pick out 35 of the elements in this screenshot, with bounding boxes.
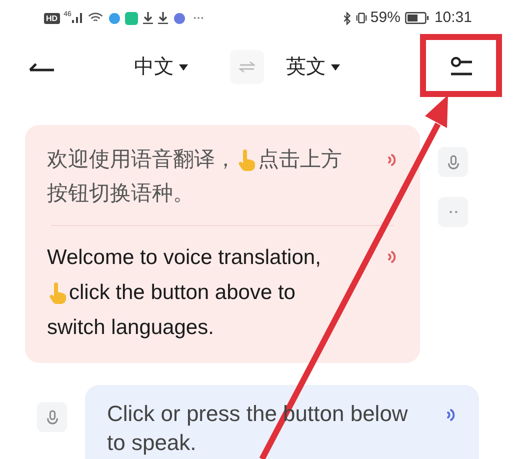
caret-icon: [331, 64, 340, 70]
signal-icon: [71, 12, 84, 24]
microphone-button[interactable]: [438, 147, 468, 177]
english-message-text: click the button above to: [69, 280, 296, 306]
swap-languages-button[interactable]: [230, 50, 264, 84]
battery-percentage: 59%: [370, 8, 400, 28]
chinese-message-text: 按钮切换语种。: [47, 181, 194, 207]
vibrate-icon: [355, 12, 368, 24]
english-message-text: Welcome to voice translation,: [47, 245, 321, 271]
chinese-message-text: 点击上方: [258, 147, 342, 173]
target-language-dropdown[interactable]: 英文: [286, 52, 340, 82]
caret-icon: [179, 64, 188, 70]
app-icon: [109, 12, 120, 24]
clock-time: 10:31: [434, 8, 472, 28]
dots-icon: [448, 210, 458, 214]
battery-icon: [405, 12, 430, 24]
chinese-message-text: 欢迎使用语音翻译，: [47, 147, 236, 173]
microphone-button[interactable]: [37, 402, 67, 432]
wifi-icon: [88, 12, 104, 24]
back-arrow-icon: [29, 62, 55, 72]
microphone-icon: [446, 154, 460, 170]
download-icon: [143, 12, 154, 24]
speaker-icon[interactable]: [445, 407, 457, 423]
bluetooth-icon: [343, 12, 352, 24]
speaker-icon[interactable]: [386, 152, 398, 168]
hd-badge: HD: [44, 12, 60, 24]
download-icon: [158, 12, 168, 24]
more-icon: [193, 16, 204, 20]
microphone-icon: [46, 410, 58, 424]
source-language-dropdown[interactable]: 中文: [134, 52, 188, 82]
speaker-icon[interactable]: [386, 249, 398, 265]
swap-arrows-icon: [239, 61, 255, 73]
app-icon: [125, 12, 138, 24]
english-message-text: switch languages.: [47, 315, 214, 341]
music-app-icon: [174, 12, 186, 24]
